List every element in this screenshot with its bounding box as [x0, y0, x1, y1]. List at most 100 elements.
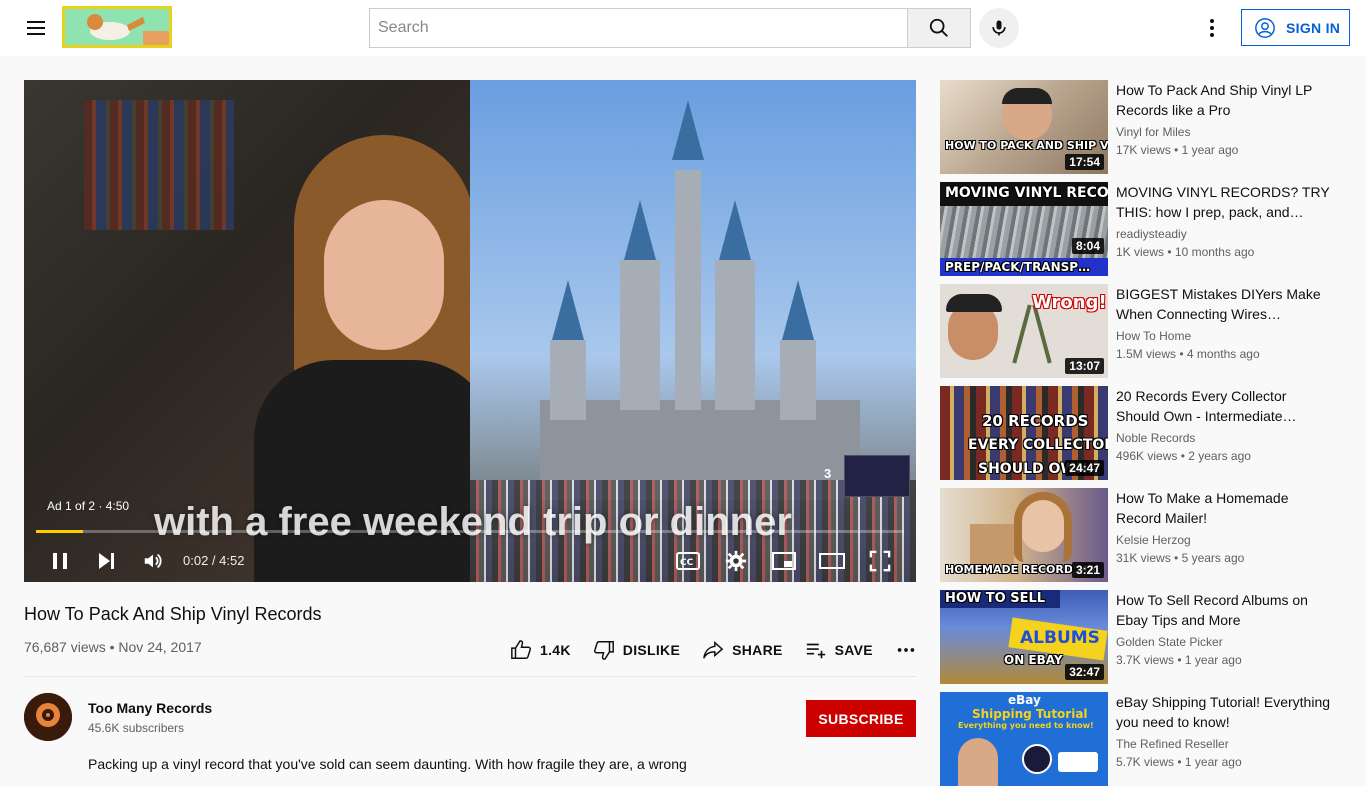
settings-button[interactable]	[721, 546, 751, 576]
recommendation-title[interactable]: eBay Shipping Tutorial! Everything you n…	[1116, 692, 1330, 732]
top-bar: SIGN IN	[0, 0, 1366, 56]
recommendation-stats: 17K views • 1 year ago	[1116, 143, 1239, 157]
section-divider	[24, 676, 916, 677]
recommendation-age: 4 months ago	[1186, 347, 1260, 361]
recommendation-stats: 3.7K views • 1 year ago	[1116, 653, 1242, 667]
voice-search-button[interactable]	[979, 8, 1019, 48]
like-count: 1.4K	[540, 642, 571, 658]
recommendation-title[interactable]: 20 Records Every Collector Should Own - …	[1116, 386, 1330, 426]
more-horizontal-icon	[897, 648, 915, 652]
save-label: SAVE	[834, 642, 873, 658]
recommendation-views: 5.7K views	[1116, 755, 1175, 769]
video-thumbnail[interactable]: HOW TO PACK AND SHIP VINYL RECORDS LIKE …	[940, 80, 1108, 174]
thumbnail-text: eBay	[1008, 693, 1041, 707]
pause-icon	[53, 553, 67, 569]
thumbs-up-icon	[511, 640, 532, 659]
ad-indicator: Ad 1 of 2 · 4:50	[47, 499, 130, 513]
channel-avatar[interactable]	[24, 693, 72, 741]
recommendation-title[interactable]: MOVING VINYL RECORDS? TRY THIS: how I pr…	[1116, 182, 1330, 222]
svg-text:CC: CC	[680, 558, 694, 568]
recommendation-item[interactable]: Wrong! 13:07 BIGGEST Mistakes DIYers Mak…	[940, 284, 1340, 378]
recommendation-views: 1K views	[1116, 245, 1165, 259]
theater-mode-button[interactable]	[817, 546, 847, 576]
progress-bar[interactable]	[36, 530, 904, 533]
search-button[interactable]	[907, 8, 971, 48]
volume-icon	[144, 553, 162, 569]
recommendation-title[interactable]: How To Make a Homemade Record Mailer!	[1116, 488, 1330, 528]
volume-button[interactable]	[138, 546, 168, 576]
video-thumbnail[interactable]: HOMEMADE RECORD MA 3:21	[940, 488, 1108, 582]
pause-button[interactable]	[45, 546, 75, 576]
recommendation-stats: 5.7K views • 1 year ago	[1116, 755, 1242, 769]
skip-countdown: 3	[824, 466, 832, 481]
video-duration: 32:47	[1065, 664, 1104, 680]
search-input[interactable]	[369, 8, 908, 48]
recommendation-item[interactable]: 20 RECORDS EVERY COLLECTOR SHOULD OWN. 2…	[940, 386, 1340, 480]
video-title: How To Pack And Ship Vinyl Records	[24, 604, 322, 624]
recommendation-age: 1 year ago	[1181, 143, 1239, 157]
video-description[interactable]: Packing up a vinyl record that you've so…	[88, 756, 687, 772]
video-thumbnail[interactable]: Wrong! 13:07	[940, 284, 1108, 378]
recommendation-views: 3.7K views	[1116, 653, 1175, 667]
progress-bar-fill	[36, 530, 83, 533]
recommendation-item[interactable]: HOW TO PACK AND SHIP VINYL RECORDS LIKE …	[940, 80, 1340, 174]
sign-in-label: SIGN IN	[1286, 19, 1341, 36]
settings-more-icon[interactable]	[1200, 16, 1224, 40]
recommendation-age: 1 year ago	[1184, 755, 1242, 769]
recommendation-channel[interactable]: How To Home	[1116, 329, 1191, 343]
recommendation-channel[interactable]: readiysteadiy	[1116, 227, 1187, 241]
video-thumbnail[interactable]: eBay Shipping Tutorial Everything you ne…	[940, 692, 1108, 786]
video-player[interactable]: 3 Ad 1 of 2 · 4:50 with a free weekend t…	[24, 80, 916, 582]
thumbnail-subtext-2: Everything you need to know!	[958, 721, 1094, 730]
recommendation-channel[interactable]: Vinyl for Miles	[1116, 125, 1190, 139]
view-count: 76,687 views	[24, 639, 106, 655]
recommendation-item[interactable]: eBay Shipping Tutorial Everything you ne…	[940, 692, 1340, 786]
channel-name[interactable]: Too Many Records	[88, 700, 212, 716]
save-button[interactable]: SAVE	[805, 639, 873, 661]
hamburger-menu-icon[interactable]	[24, 16, 48, 40]
recommendation-channel[interactable]: Noble Records	[1116, 431, 1195, 445]
upload-date: Nov 24, 2017	[118, 639, 202, 655]
thumbnail-subtext-2: ON EBAY	[1004, 653, 1063, 667]
video-thumbnail[interactable]: MOVING VINYL RECORDS PREP/PACK/TRANSP… 8…	[940, 182, 1108, 276]
recommendation-title[interactable]: How To Pack And Ship Vinyl LP Records li…	[1116, 80, 1330, 120]
recommendation-item[interactable]: HOW TO SELL ALBUMS ON EBAY 32:47 How To …	[940, 590, 1340, 684]
sign-in-button[interactable]: SIGN IN	[1241, 9, 1350, 46]
next-button[interactable]	[91, 546, 121, 576]
subscriber-count: 45.6K subscribers	[88, 721, 185, 735]
captions-button[interactable]: CC	[673, 546, 703, 576]
video-thumbnail[interactable]: HOW TO SELL ALBUMS ON EBAY 32:47	[940, 590, 1108, 684]
like-button[interactable]: 1.4K	[510, 639, 571, 661]
recommendation-channel[interactable]: Kelsie Herzog	[1116, 533, 1191, 547]
thumbnail-subtext: EVERY COLLECTOR	[968, 437, 1108, 453]
site-logo[interactable]	[62, 6, 172, 48]
recommendation-views: 17K views	[1116, 143, 1171, 157]
recommendation-item[interactable]: MOVING VINYL RECORDS PREP/PACK/TRANSP… 8…	[940, 182, 1340, 276]
share-button[interactable]: SHARE	[702, 639, 783, 661]
thumbnail-text: HOW TO SELL	[945, 591, 1046, 606]
skip-preview-thumbnail[interactable]	[844, 455, 910, 497]
more-actions-button[interactable]	[895, 639, 917, 661]
recommendation-item[interactable]: HOMEMADE RECORD MA 3:21 How To Make a Ho…	[940, 488, 1340, 582]
share-label: SHARE	[732, 642, 783, 658]
thumbnail-subtext: Shipping Tutorial	[972, 707, 1088, 721]
recommendation-channel[interactable]: The Refined Reseller	[1116, 737, 1229, 751]
dislike-button[interactable]: DISLIKE	[593, 639, 680, 661]
thumbnail-text: HOW TO PACK AND SHIP VINYL RECORDS LIKE …	[945, 139, 1108, 152]
recommendation-title[interactable]: How To Sell Record Albums on Ebay Tips a…	[1116, 590, 1330, 630]
recommendation-views: 1.5M views	[1116, 347, 1177, 361]
search-icon	[929, 18, 948, 37]
fullscreen-button[interactable]	[865, 546, 895, 576]
subscribe-button[interactable]: SUBSCRIBE	[806, 700, 916, 737]
recommendation-age: 2 years ago	[1188, 449, 1251, 463]
recommendation-age: 5 years ago	[1181, 551, 1245, 565]
skip-next-icon	[99, 553, 114, 569]
video-thumbnail[interactable]: 20 RECORDS EVERY COLLECTOR SHOULD OWN. 2…	[940, 386, 1108, 480]
thumbnail-text: 20 RECORDS	[982, 412, 1089, 430]
recommendation-channel[interactable]: Golden State Picker	[1116, 635, 1223, 649]
thumbnail-subtext: ALBUMS	[1020, 628, 1100, 648]
video-meta: 76,687 views • Nov 24, 2017	[24, 639, 202, 655]
recommendation-title[interactable]: BIGGEST Mistakes DIYers Make When Connec…	[1116, 284, 1330, 324]
caption-text: with a free weekend trip or dinner	[154, 500, 792, 544]
miniplayer-button[interactable]	[769, 546, 799, 576]
